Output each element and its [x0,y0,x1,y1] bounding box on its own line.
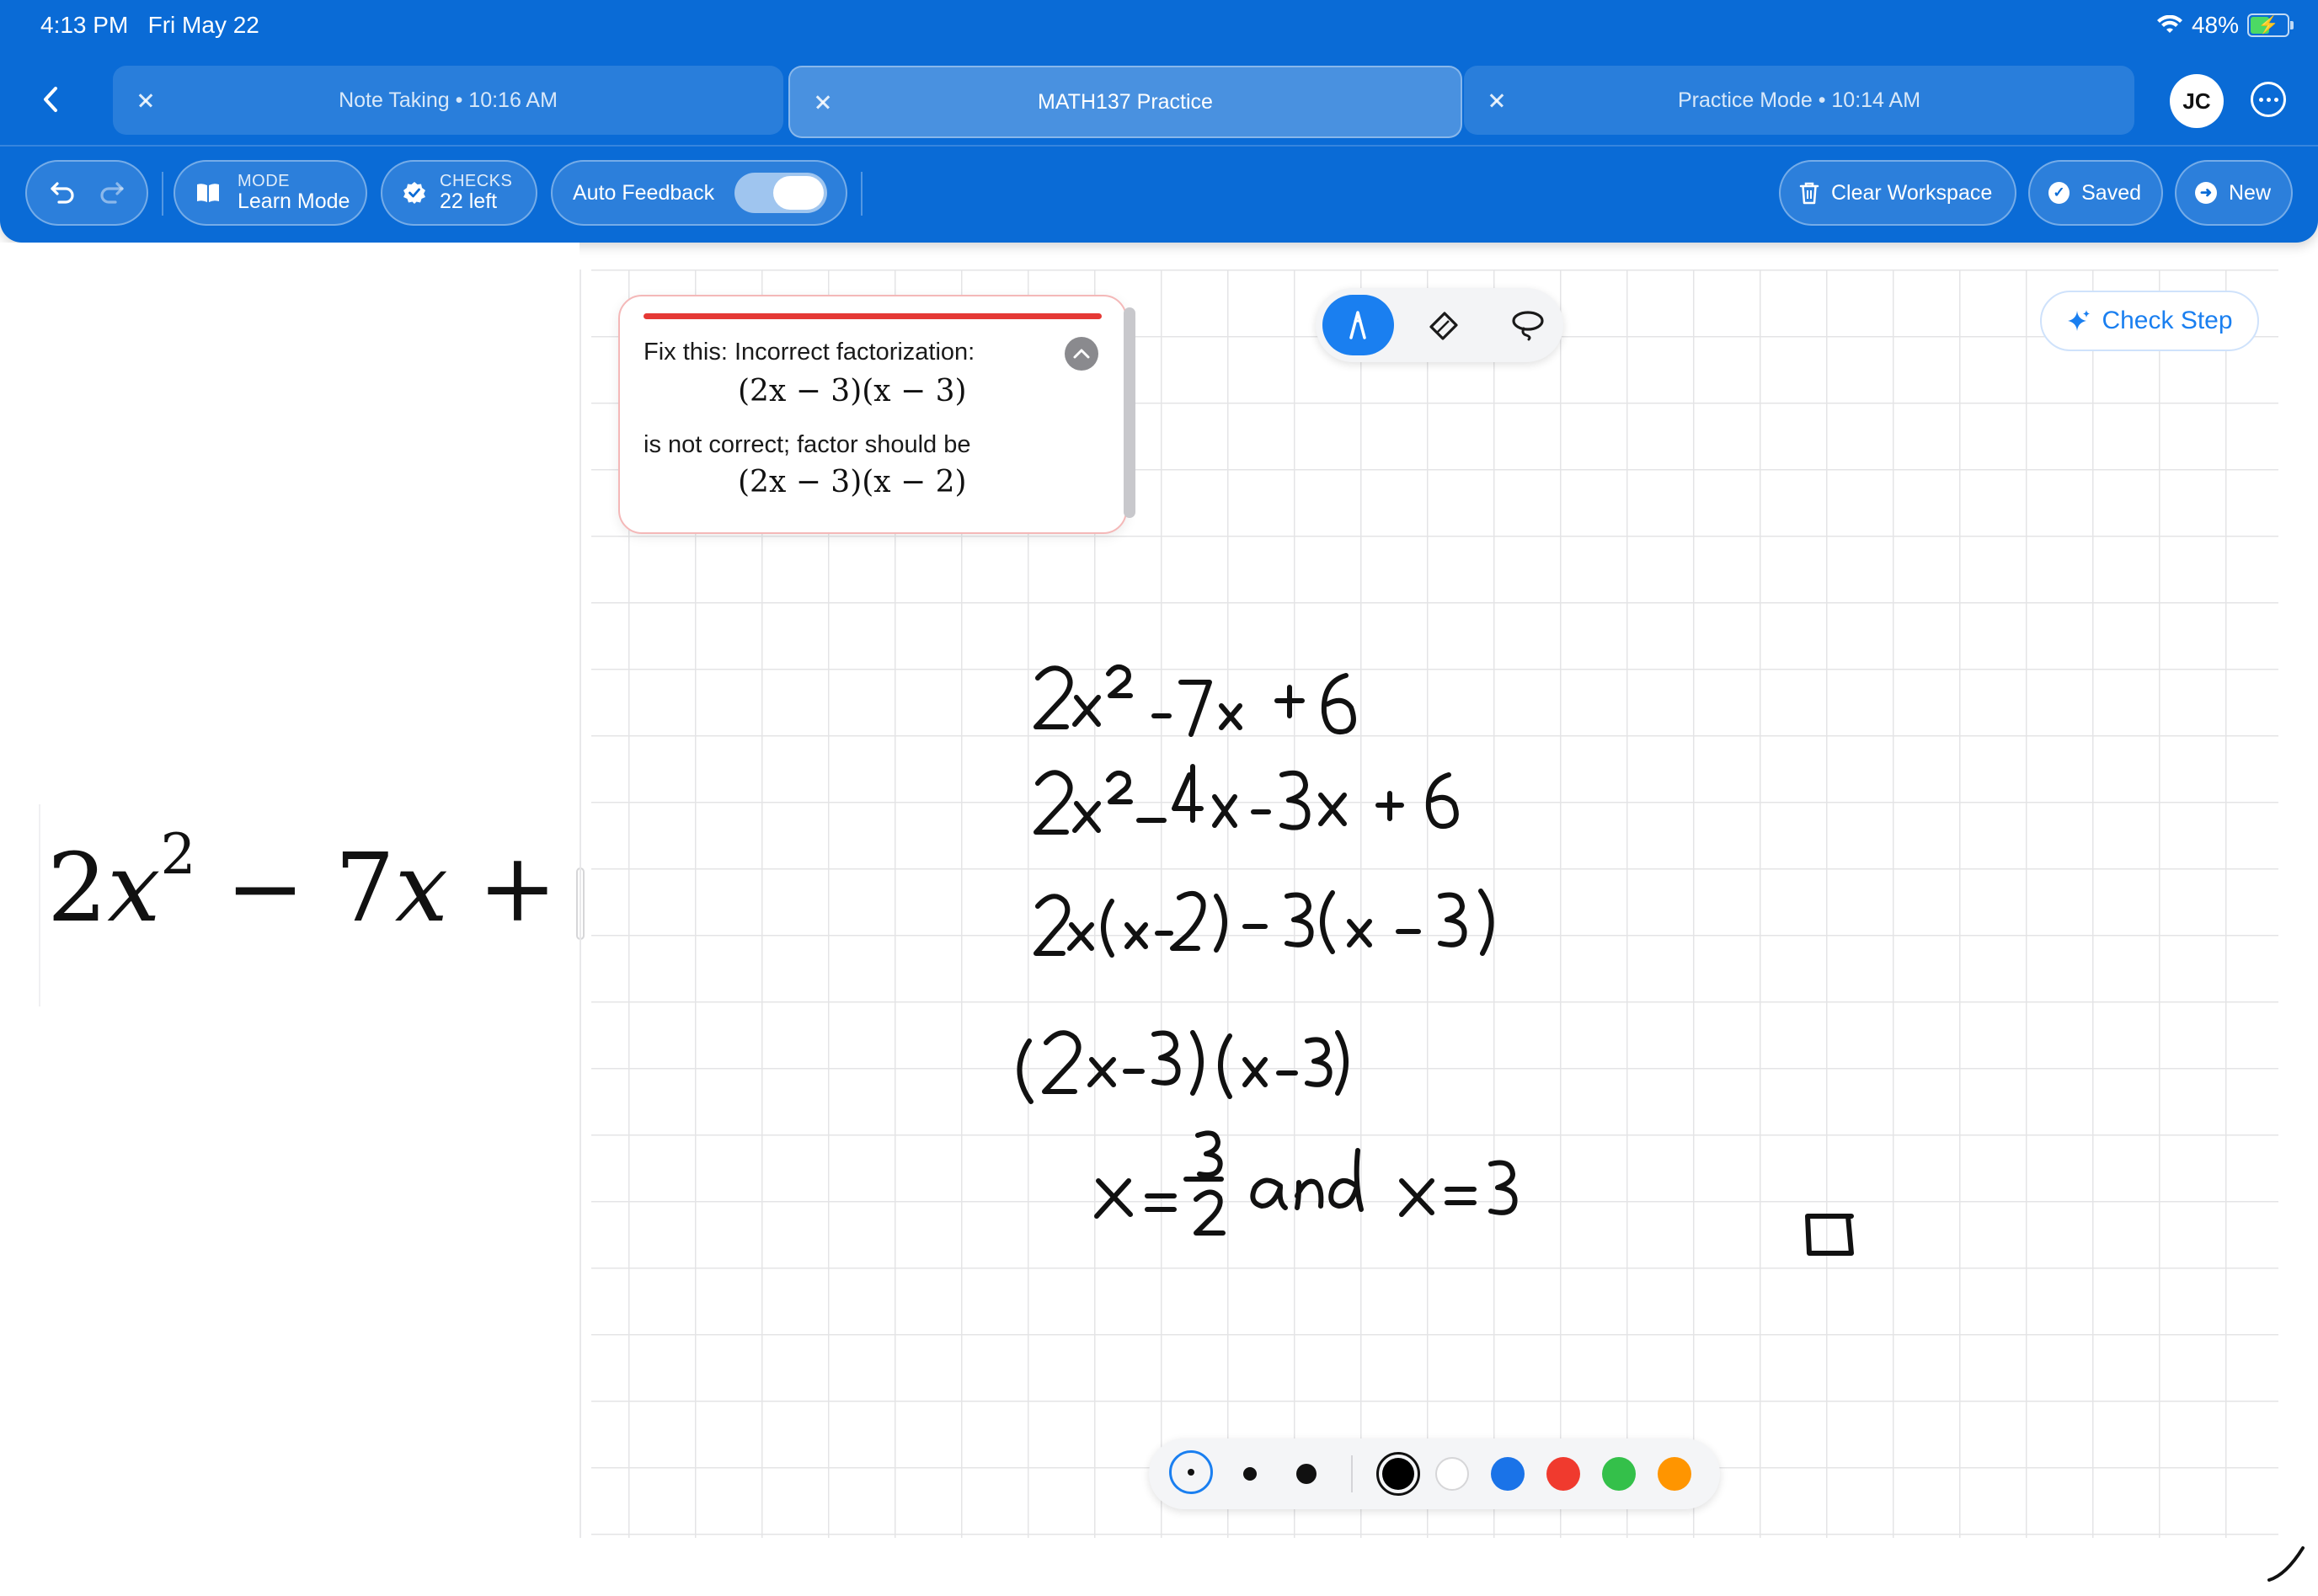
battery-icon: ⚡ [2247,13,2294,37]
problem-exponent: 2 [160,822,196,887]
hw-line-1 [1033,664,1356,737]
pen-icon [1349,311,1367,339]
handwritten-work [1017,664,1854,1256]
collapse-feedback-button[interactable] [1065,337,1098,371]
palette-divider [1351,1455,1353,1492]
clear-workspace-label: Clear Workspace [1831,180,1993,205]
auto-feedback-toggle[interactable] [734,173,828,213]
avatar-initials: JC [2182,88,2211,114]
eraser-tool-button[interactable] [1407,295,1479,355]
color-green[interactable] [1602,1457,1636,1491]
problem-operator: + [478,834,558,943]
checks-caption: CHECKS [440,172,513,191]
tab-label: Practice Mode • 10:14 AM [1677,88,1921,112]
problem-expression[interactable]: 2x2 − 7x + 6 [47,827,647,944]
color-blue[interactable] [1491,1457,1525,1491]
tab-note-taking[interactable]: Note Taking • 10:16 AM [113,66,783,135]
clear-workspace-button[interactable]: Clear Workspace [1779,160,2016,226]
checks-value: 22 left [440,189,498,214]
pen-tool-button[interactable] [1322,295,1394,355]
color-black-selected[interactable] [1376,1452,1420,1496]
checkmark-icon: ✓ [2048,182,2070,204]
new-button[interactable]: ➜ New [2175,160,2293,226]
lasso-icon [1512,311,1544,341]
problem-var: x [394,834,448,943]
tab-label: Note Taking • 10:16 AM [339,88,558,112]
app-header: 4:13 PM Fri May 22 48% ⚡ Note Taking • 1… [0,0,2318,243]
hw-line-3 [1033,889,1494,958]
auto-feedback-label: Auto Feedback [573,180,715,205]
back-button[interactable] [32,81,69,118]
chevron-up-icon [1073,349,1090,359]
hw-qed-box [1805,1214,1854,1256]
new-label: New [2228,180,2271,205]
hw-line-2 [1033,764,1459,835]
redo-icon[interactable] [97,180,126,206]
checks-counter[interactable]: CHECKS 22 left [381,160,537,226]
tab-label: MATH137 Practice [1038,89,1213,114]
mode-value: Learn Mode [238,189,350,214]
eraser-icon [1429,312,1458,340]
check-step-label: Check Step [2102,307,2233,334]
arrow-right-circle-icon: ➜ [2195,182,2217,204]
problem-var: x [107,834,161,943]
color-white[interactable] [1435,1457,1469,1491]
problem-operator: − [226,834,305,943]
feedback-scrollbar[interactable] [1124,307,1135,518]
close-tab-icon[interactable] [807,86,839,118]
tab-practice-mode[interactable]: Practice Mode • 10:14 AM [1464,66,2134,135]
panel-divider[interactable] [580,270,581,1538]
close-tab-icon[interactable] [130,84,162,116]
color-red[interactable] [1546,1457,1580,1491]
check-step-button[interactable]: Check Step [2040,291,2259,351]
toolbar-divider [861,172,863,216]
drawing-tools [1316,288,1563,362]
stroke-size-small-selected[interactable] [1169,1450,1213,1494]
correct-expression: (2x − 3)(x − 2) [738,465,967,499]
mode-selector[interactable]: MODE Learn Mode [174,160,367,226]
wifi-icon [2156,15,2182,33]
pen-palette [1149,1439,1720,1509]
incorrect-expression: (2x − 3)(x − 3) [738,374,967,408]
clock-date: Fri May 22 [147,12,259,38]
color-orange[interactable] [1658,1457,1691,1491]
user-avatar[interactable]: JC [2170,74,2224,128]
error-indicator-bar [644,313,1102,319]
mode-caption: MODE [238,172,290,191]
undo-redo-group [25,160,148,226]
saved-label: Saved [2081,180,2141,205]
book-icon [197,184,219,202]
verified-badge-icon [403,182,425,204]
status-indicators: 48% ⚡ [2156,12,2294,39]
problem-coef: 2 [47,834,108,943]
more-options-button[interactable] [2251,82,2286,117]
saved-status-button[interactable]: ✓ Saved [2028,160,2163,226]
math-input-edge [39,804,40,1006]
tab-math137-practice[interactable]: MATH137 Practice [788,66,1462,138]
battery-percent: 48% [2191,12,2239,38]
chevron-left-icon [44,87,57,112]
toolbar-divider [162,172,163,216]
lasso-tool-button[interactable] [1492,295,1563,355]
undo-icon[interactable] [49,180,77,206]
problem-term: 7 [334,834,395,943]
stroke-size-medium[interactable] [1243,1467,1257,1481]
close-tab-icon[interactable] [1481,84,1513,116]
auto-feedback-control: Auto Feedback [551,160,847,226]
status-time: 4:13 PM Fri May 22 [40,12,259,39]
feedback-card: Fix this: Incorrect factorization: (2x −… [618,295,1127,534]
feedback-message: is not correct; factor should be [644,431,971,458]
feedback-title: Fix this: Incorrect factorization: [644,339,975,366]
header-divider [0,145,2318,147]
clock-time: 4:13 PM [40,12,129,38]
hw-line-5 [1094,1130,1518,1236]
trash-icon [1799,182,1819,205]
sparkle-icon [2068,310,2091,331]
pencil-hover-indicator-icon [2267,1546,2305,1582]
stroke-size-large[interactable] [1296,1464,1317,1484]
hw-line-4 [1017,1030,1349,1104]
